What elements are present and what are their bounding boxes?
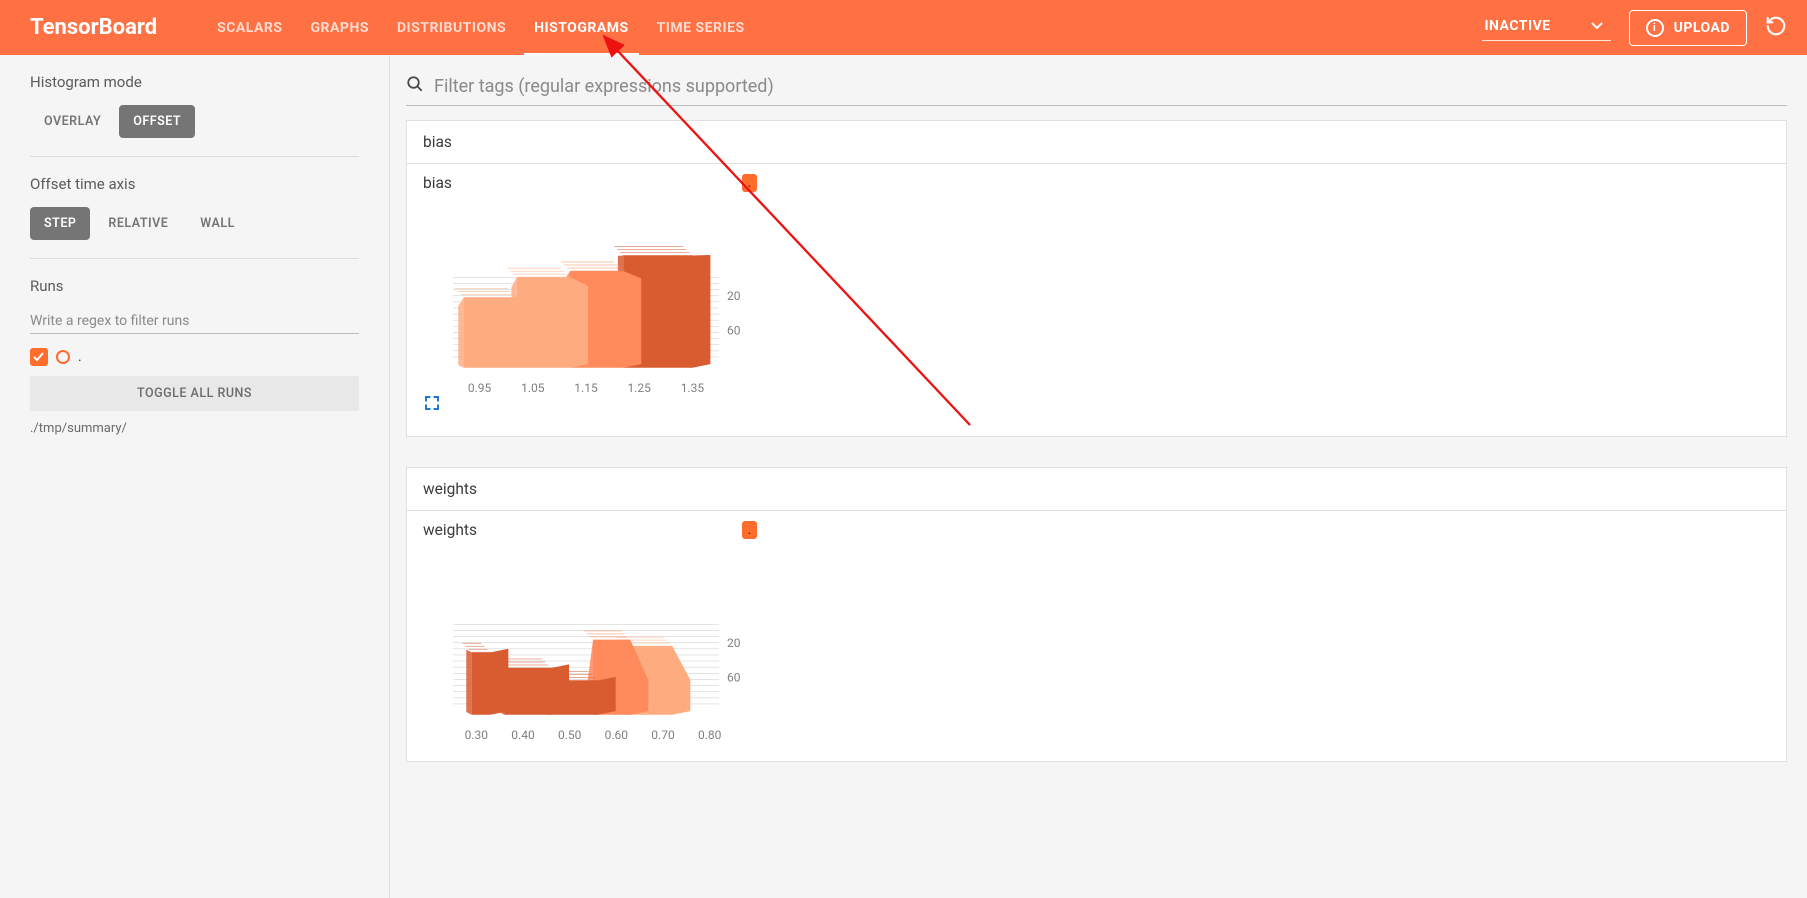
mode-offset[interactable]: OFFSET — [119, 105, 195, 138]
tag-filter-input[interactable] — [434, 76, 1787, 97]
svg-text:60: 60 — [727, 670, 741, 684]
svg-text:1.35: 1.35 — [681, 381, 705, 394]
tag-group-weights: weights weights . 20 60 0.30 0.40 0.50 0.60 0.… — [406, 467, 1787, 762]
chevron-down-icon — [1591, 18, 1603, 34]
svg-text:0.30: 0.30 — [465, 728, 489, 741]
mode-overlay[interactable]: OVERLAY — [30, 105, 115, 138]
card-bias: bias . 20 60 0.95 1.05 1.15 1.25 1.35 — [407, 164, 1786, 436]
tag-head-bias[interactable]: bias — [407, 121, 1786, 164]
svg-text:0.70: 0.70 — [651, 728, 675, 741]
histogram-chart-weights[interactable]: 20 60 0.30 0.40 0.50 0.60 0.70 0.80 — [423, 545, 757, 741]
svg-text:0.50: 0.50 — [558, 728, 582, 741]
svg-text:0.40: 0.40 — [511, 728, 535, 741]
run-swatch-icon[interactable] — [56, 350, 70, 364]
histogram-mode-group: OVERLAY OFFSET — [30, 105, 359, 138]
tab-time-series[interactable]: TIME SERIES — [657, 0, 745, 55]
inactive-dropdown[interactable]: INACTIVE — [1482, 14, 1610, 41]
svg-text:0.60: 0.60 — [605, 728, 629, 741]
card-title-bias: bias — [423, 174, 452, 192]
axis-step[interactable]: STEP — [30, 207, 90, 240]
info-icon: i — [1646, 19, 1664, 37]
tab-scalars[interactable]: SCALARS — [217, 0, 282, 55]
search-icon — [406, 75, 424, 97]
svg-text:20: 20 — [727, 636, 741, 650]
run-name: . — [78, 349, 82, 365]
tag-group-bias: bias bias . 20 60 0.95 1.05 1.15 1.25 1.35 — [406, 120, 1787, 437]
offset-axis-group: STEP RELATIVE WALL — [30, 207, 359, 240]
runs-filter-input[interactable] — [30, 309, 359, 334]
inactive-label: INACTIVE — [1484, 18, 1550, 34]
card-weights: weights . 20 60 0.30 0.40 0.50 0.60 0.70 0.80 — [407, 511, 1786, 761]
tab-distributions[interactable]: DISTRIBUTIONS — [397, 0, 506, 55]
upload-label: UPLOAD — [1674, 20, 1730, 36]
main-panel: bias bias . 20 60 0.95 1.05 1.15 1.25 1.35 wei… — [390, 55, 1807, 898]
histogram-chart-bias[interactable]: 20 60 0.95 1.05 1.15 1.25 1.35 — [423, 198, 757, 394]
axis-relative[interactable]: RELATIVE — [94, 207, 182, 240]
card-title-weights: weights — [423, 521, 477, 539]
tab-histograms[interactable]: HISTOGRAMS — [534, 0, 629, 55]
run-checkbox[interactable] — [30, 348, 48, 366]
sidebar: Histogram mode OVERLAY OFFSET Offset tim… — [0, 55, 390, 898]
svg-text:1.05: 1.05 — [521, 381, 545, 394]
tag-head-weights[interactable]: weights — [407, 468, 1786, 511]
expand-icon[interactable] — [423, 397, 441, 416]
svg-text:1.15: 1.15 — [574, 381, 598, 394]
app-header: TensorBoard SCALARS GRAPHS DISTRIBUTIONS… — [0, 0, 1807, 55]
axis-wall[interactable]: WALL — [186, 207, 249, 240]
tab-graphs[interactable]: GRAPHS — [311, 0, 369, 55]
svg-text:0.95: 0.95 — [468, 381, 492, 394]
refresh-icon[interactable] — [1765, 15, 1787, 41]
offset-axis-title: Offset time axis — [30, 175, 359, 193]
logo: TensorBoard — [30, 15, 157, 40]
svg-text:1.25: 1.25 — [627, 381, 651, 394]
svg-text:20: 20 — [727, 289, 741, 303]
card-run-chip[interactable]: . — [742, 174, 757, 192]
runs-title: Runs — [30, 277, 359, 295]
upload-button[interactable]: i UPLOAD — [1629, 10, 1747, 46]
svg-text:60: 60 — [727, 323, 741, 337]
header-right: INACTIVE i UPLOAD — [1482, 10, 1787, 46]
nav-tabs: SCALARS GRAPHS DISTRIBUTIONS HISTOGRAMS … — [217, 0, 744, 55]
logdir-path: ./tmp/summary/ — [30, 421, 359, 436]
histogram-mode-title: Histogram mode — [30, 73, 359, 91]
svg-text:0.80: 0.80 — [698, 728, 722, 741]
toggle-all-runs-button[interactable]: TOGGLE ALL RUNS — [30, 376, 359, 411]
tag-filter-bar — [406, 71, 1787, 106]
run-row: . — [30, 348, 359, 366]
card-run-chip[interactable]: . — [742, 521, 757, 539]
